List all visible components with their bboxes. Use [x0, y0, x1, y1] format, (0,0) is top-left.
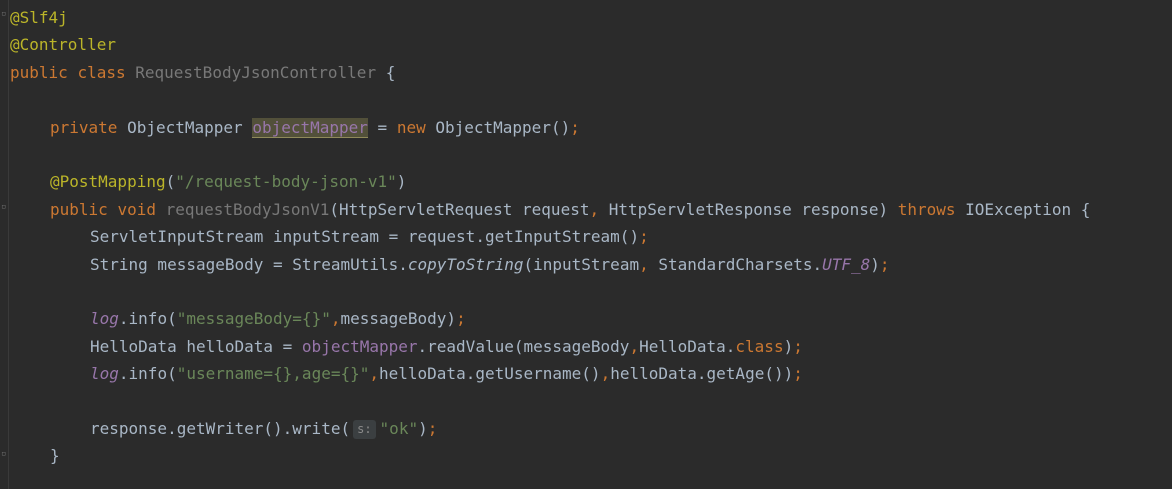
exception: IOException { [955, 199, 1091, 219]
statement: ) [870, 254, 880, 274]
statement: ) [783, 336, 794, 356]
string: "/request-body-json-v1" [175, 172, 397, 192]
code-line: log.info("username={},age={}",helloData.… [10, 360, 1090, 387]
params: HttpServletResponse response) [599, 199, 898, 219]
field: objectMapper [301, 336, 418, 356]
keyword: new [396, 117, 426, 137]
statement: String messageBody = StreamUtils. [90, 254, 408, 274]
semicolon: ; [570, 117, 580, 137]
code-line: ServletInputStream inputStream = request… [10, 223, 1090, 250]
semicolon: ; [793, 364, 803, 384]
paren: ) [396, 172, 407, 192]
keyword: throws [897, 199, 956, 219]
code-line: public void requestBodyJsonV1(HttpServle… [10, 196, 1090, 223]
statement: StandardCharsets. [648, 254, 823, 274]
call: .info( [118, 364, 177, 384]
string: "username={},age={}" [176, 364, 370, 384]
keyword: private [50, 117, 118, 137]
brace: { [376, 62, 396, 82]
annotation: @Controller [10, 35, 116, 55]
statement: HelloData. [639, 336, 736, 356]
annotation: @PostMapping [50, 172, 166, 192]
class-name: RequestBodyJsonController [135, 62, 377, 82]
fold-marker-icon[interactable]: ▫ [1, 450, 8, 459]
keyword: class [77, 62, 126, 82]
log-field: log [90, 364, 119, 384]
code-line: log.info("messageBody={}",messageBody); [10, 305, 1090, 332]
semicolon: ; [879, 254, 890, 274]
comma: , [639, 254, 649, 274]
code-line: String messageBody = StreamUtils.copyToS… [10, 251, 1090, 278]
semicolon: ; [456, 309, 466, 329]
comma: , [600, 364, 611, 384]
field-highlighted: objectMapper [252, 117, 368, 138]
code-line: @Controller [10, 31, 1090, 58]
statement: helloData.getUsername() [379, 364, 601, 384]
code-line: private ObjectMapper objectMapper = new … [10, 114, 1090, 141]
statement: response.getWriter().write( [90, 418, 351, 438]
semicolon: ; [793, 336, 803, 356]
type: ObjectMapper [127, 117, 243, 137]
fold-marker-icon[interactable]: ▫ [1, 10, 8, 19]
semicolon: ; [427, 418, 438, 438]
keyword: class [735, 336, 784, 356]
code-line: } [10, 442, 1090, 469]
comma: , [629, 336, 640, 356]
comma: , [369, 364, 379, 384]
keyword: void [117, 199, 156, 219]
call: .info( [118, 309, 177, 329]
static-method: copyToString [407, 254, 524, 274]
code-editor[interactable]: ▫ ▫ ▫ @Slf4j @Controller public class Re… [0, 0, 1172, 489]
call: ObjectMapper() [425, 117, 571, 137]
code-line: @Slf4j [10, 4, 1090, 31]
code-line: public class RequestBodyJsonController { [10, 59, 1090, 86]
static-constant: UTF_8 [822, 254, 871, 274]
log-field: log [90, 309, 119, 329]
statement: ServletInputStream inputStream = request… [90, 227, 640, 247]
brace: } [50, 446, 60, 466]
statement: ) [418, 418, 428, 438]
code-line: response.getWriter().write(s: "ok"); [10, 415, 1090, 442]
code-line: @PostMapping("/request-body-json-v1") [10, 168, 1090, 195]
params: (HttpServletRequest request [329, 199, 590, 219]
paren: ( [165, 172, 176, 192]
keyword: public [50, 199, 108, 219]
comma: , [589, 199, 600, 219]
operator: = [367, 117, 397, 137]
statement: (inputStream [523, 254, 640, 274]
code-line: HelloData helloData = objectMapper.readV… [10, 333, 1090, 360]
semicolon: ; [639, 227, 649, 247]
fold-marker-icon[interactable]: ▫ [1, 203, 8, 212]
annotation: @Slf4j [10, 8, 68, 27]
string: "messageBody={}" [176, 309, 331, 329]
keyword: public [10, 62, 68, 82]
gutter [8, 0, 9, 489]
method-name: requestBodyJsonV1 [165, 199, 330, 219]
parameter-hint: s: [353, 419, 376, 439]
statement: .readValue(messageBody [417, 336, 630, 356]
statement: messageBody) [340, 309, 457, 329]
statement: helloData.getAge()) [610, 364, 794, 384]
string: "ok" [379, 418, 419, 438]
statement: HelloData helloData = [90, 336, 302, 356]
code-lines: @Slf4j @Controller public class RequestB… [10, 4, 1090, 470]
